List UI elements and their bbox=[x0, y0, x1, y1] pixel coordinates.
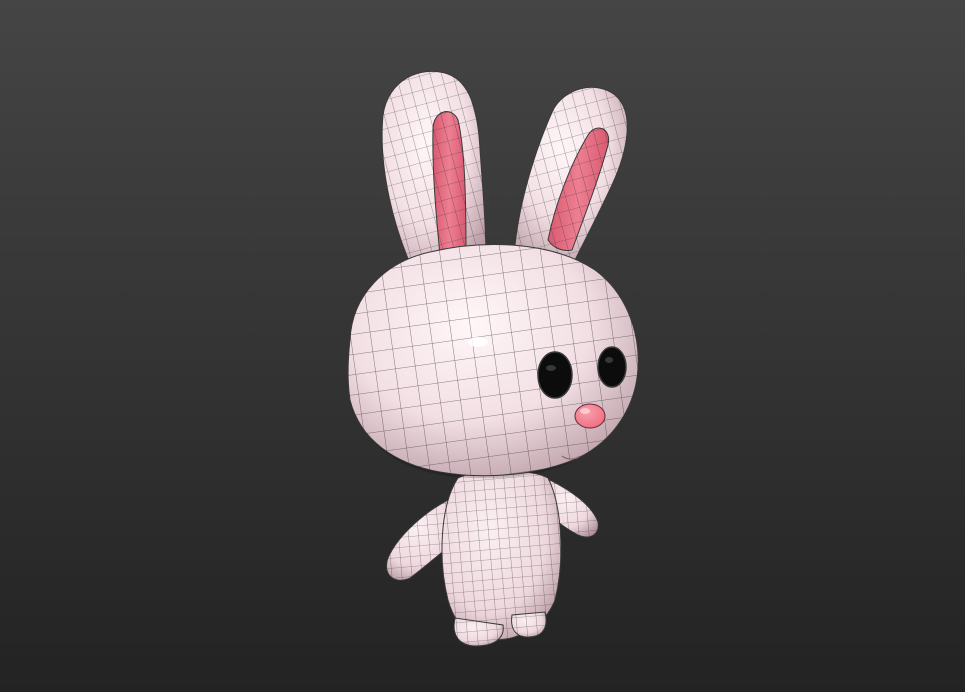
left-eye[interactable] bbox=[537, 351, 573, 399]
3d-viewport[interactable] bbox=[0, 0, 965, 692]
right-eye-reflection bbox=[605, 357, 613, 363]
nose[interactable] bbox=[574, 403, 606, 429]
left-eye-reflection bbox=[546, 365, 556, 371]
right-eye[interactable] bbox=[597, 346, 627, 388]
specular-highlight bbox=[468, 337, 488, 347]
viewport-canvas[interactable] bbox=[0, 0, 965, 692]
head-mesh[interactable] bbox=[347, 244, 639, 479]
nose-highlight bbox=[580, 408, 590, 414]
